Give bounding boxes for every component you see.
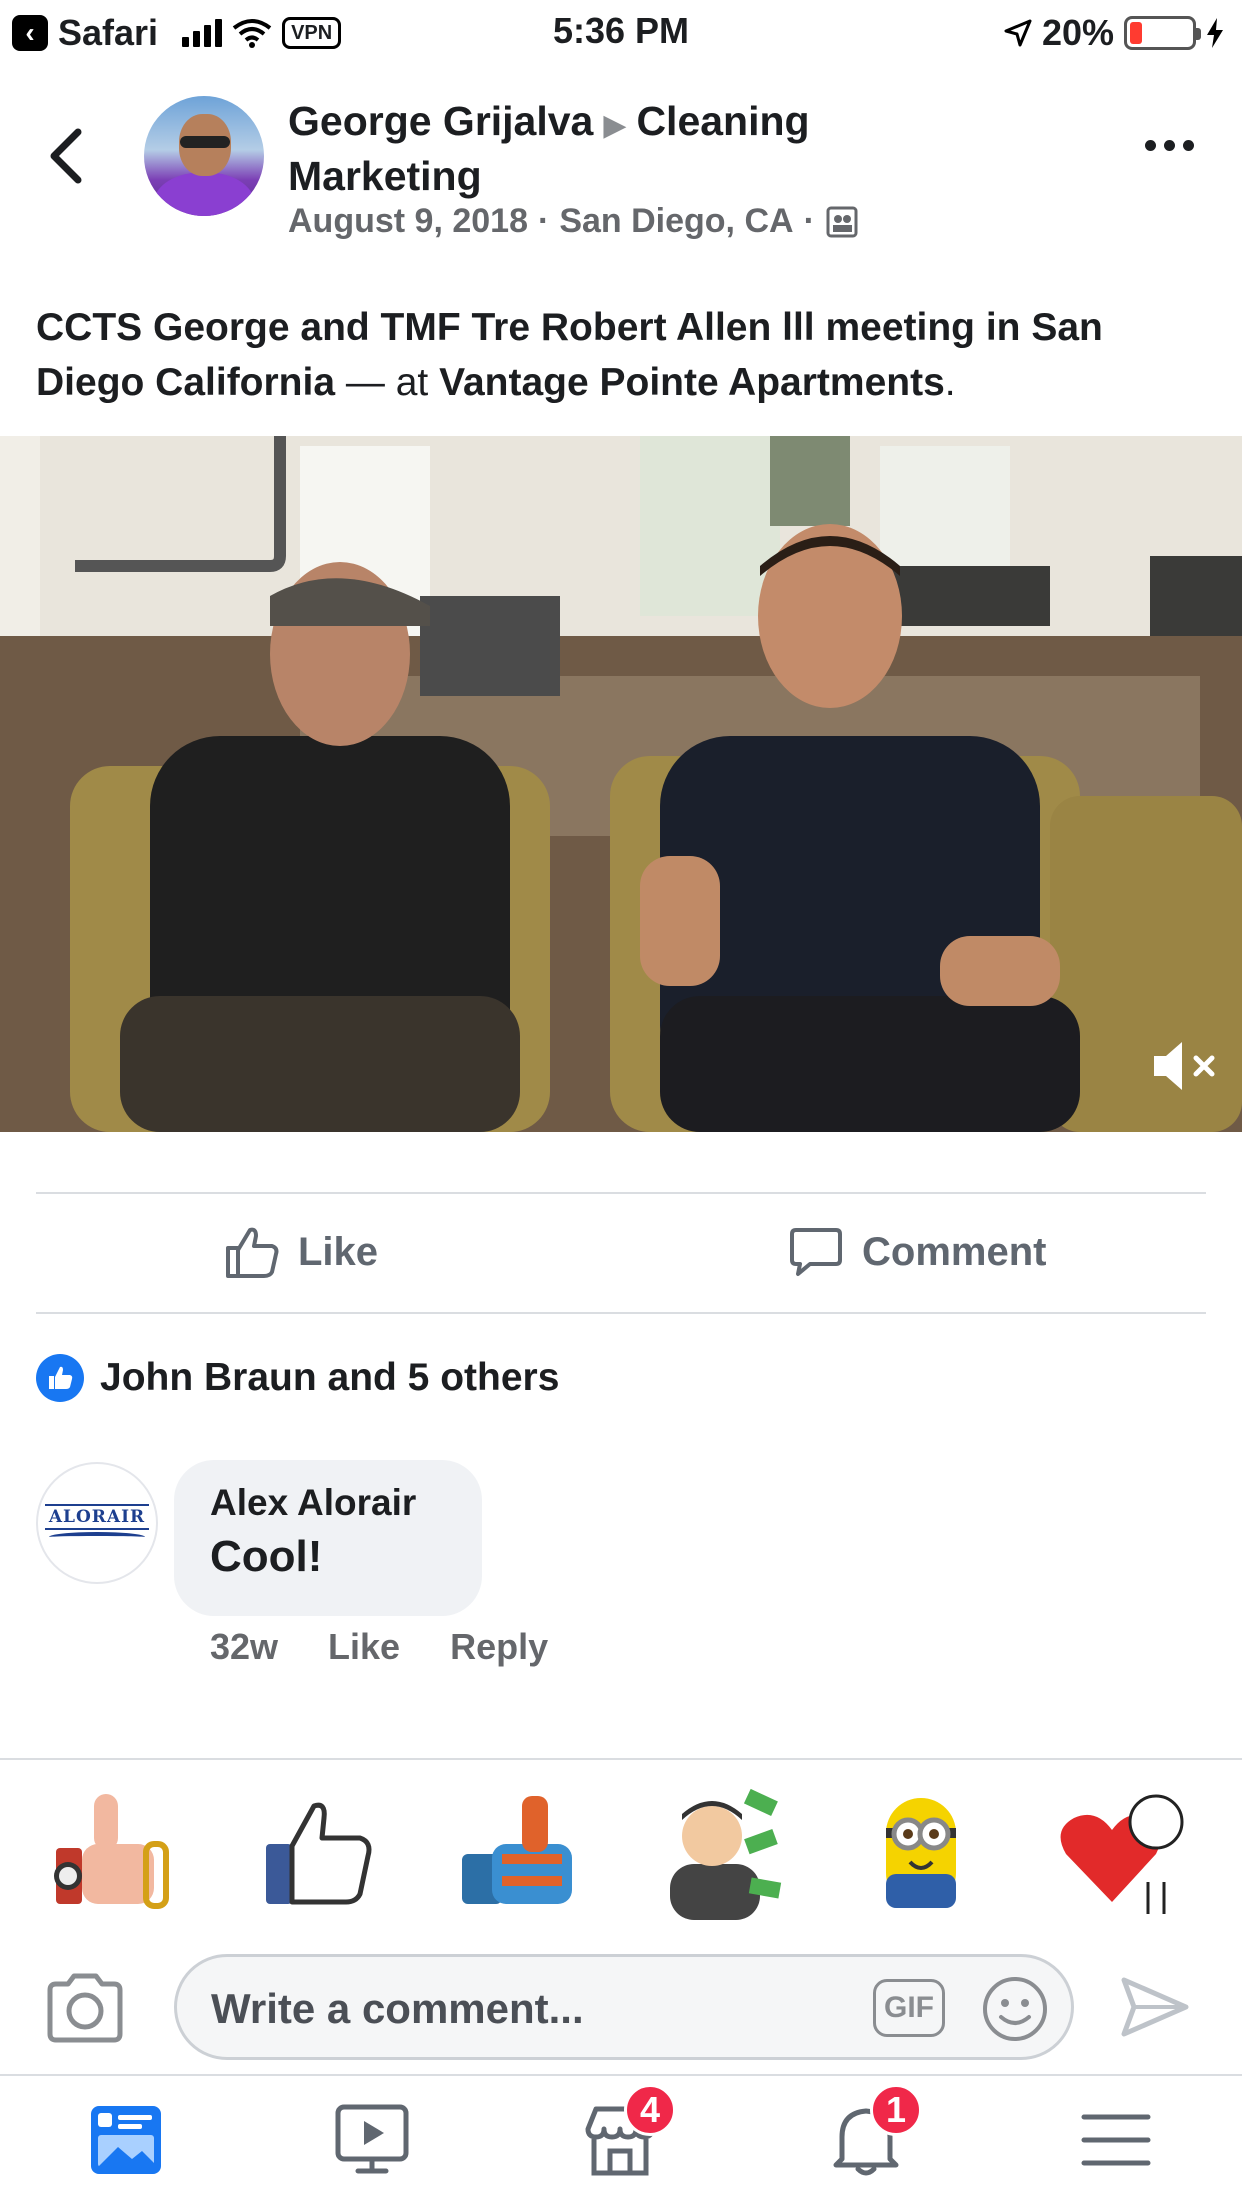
post-location[interactable]: San Diego, CA xyxy=(559,202,793,241)
post-place-link[interactable]: Vantage Pointe Apartments xyxy=(439,361,945,404)
commenter-name[interactable]: Alex Alorair xyxy=(210,1482,446,1524)
comment-label: Comment xyxy=(862,1229,1047,1274)
comment-text: Cool! xyxy=(210,1532,323,1581)
like-button[interactable]: Like xyxy=(224,1224,378,1280)
post-video[interactable] xyxy=(0,436,1242,1132)
post-meta: August 9, 2018 · San Diego, CA · xyxy=(288,202,859,241)
comment-button[interactable]: Comment xyxy=(788,1224,1046,1280)
author-name[interactable]: George Grijalva xyxy=(288,98,593,144)
marketplace-badge: 4 xyxy=(624,2084,676,2136)
muted-speaker-icon[interactable] xyxy=(1150,1036,1220,1096)
divider xyxy=(36,1192,1206,1194)
battery-percent: 20% xyxy=(1041,12,1114,53)
author-avatar[interactable] xyxy=(144,96,264,216)
comment-age: 32w xyxy=(210,1626,279,1667)
divider xyxy=(36,1312,1206,1314)
meta-separator: · xyxy=(803,202,815,240)
location-arrow-icon xyxy=(1004,19,1032,47)
emoji-icon[interactable] xyxy=(981,1975,1049,2043)
sticker-minion[interactable] xyxy=(852,1784,990,1922)
sticker-classic-thumbs-up[interactable] xyxy=(252,1784,390,1922)
comment-input[interactable] xyxy=(211,1979,811,2039)
comment-actions: 32w Like Reply xyxy=(210,1626,548,1668)
send-icon[interactable] xyxy=(1120,1976,1190,2038)
charging-bolt-icon xyxy=(1207,18,1223,48)
nav-watch[interactable] xyxy=(332,2100,412,2180)
sticker-man-with-money[interactable] xyxy=(650,1784,788,1922)
nav-news-feed[interactable] xyxy=(86,2100,166,2180)
post-text: CCTS George and TMF Tre Robert Allen lll… xyxy=(36,300,1206,410)
comment-reply-button[interactable]: Reply xyxy=(450,1626,548,1668)
watch-video-icon xyxy=(335,2104,409,2174)
video-frame-illustration xyxy=(0,436,1242,1132)
camera-icon[interactable] xyxy=(44,1972,126,2044)
post-date[interactable]: August 9, 2018 xyxy=(288,202,528,241)
commenter-avatar[interactable]: ALORAIR xyxy=(36,1462,158,1584)
sticker-heart-hug[interactable] xyxy=(1052,1784,1190,1922)
status-right: 20% xyxy=(1004,12,1224,54)
nav-menu[interactable] xyxy=(1076,2100,1156,2180)
like-reaction-icon xyxy=(36,1354,84,1402)
status-bar: ‹ Safari VPN 5:36 PM 20% xyxy=(0,0,1242,62)
post-author-line: George Grijalva ▶ Cleaning Marketing xyxy=(288,96,928,201)
sticker-robot-thumbs-up[interactable] xyxy=(452,1784,590,1922)
audience-group-icon xyxy=(826,206,858,237)
battery-icon xyxy=(1124,16,1201,50)
comment-like-button[interactable]: Like xyxy=(328,1626,400,1668)
reactions-summary-text: John Braun and 5 others xyxy=(100,1356,560,1399)
post-text-at: — at xyxy=(335,361,440,404)
divider xyxy=(0,2074,1242,2076)
comment-bubble[interactable]: Alex Alorair Cool! xyxy=(174,1460,482,1616)
nav-notifications[interactable]: 1 xyxy=(826,2084,922,2180)
news-feed-icon xyxy=(91,2106,161,2174)
thumbs-up-icon xyxy=(226,1227,279,1278)
hamburger-menu-icon xyxy=(1081,2114,1151,2166)
reactions-summary[interactable]: John Braun and 5 others xyxy=(36,1354,559,1402)
notifications-badge: 1 xyxy=(870,2084,922,2136)
nav-marketplace[interactable]: 4 xyxy=(580,2084,676,2180)
back-chevron-icon[interactable] xyxy=(46,128,86,184)
comment-bubble-icon xyxy=(790,1228,842,1276)
more-options-icon[interactable] xyxy=(1145,140,1194,151)
triangle-right-icon: ▶ xyxy=(603,109,627,142)
comment-composer[interactable]: GIF xyxy=(174,1954,1074,2060)
meta-separator: · xyxy=(537,202,550,240)
like-label: Like xyxy=(298,1229,379,1274)
commenter-avatar-brand: ALORAIR xyxy=(44,1504,150,1530)
divider xyxy=(0,1758,1242,1760)
gif-button[interactable]: GIF xyxy=(873,1979,945,2037)
post-text-end: . xyxy=(944,361,956,404)
sticker-brass-knuckle-thumbs-up[interactable] xyxy=(48,1784,186,1922)
